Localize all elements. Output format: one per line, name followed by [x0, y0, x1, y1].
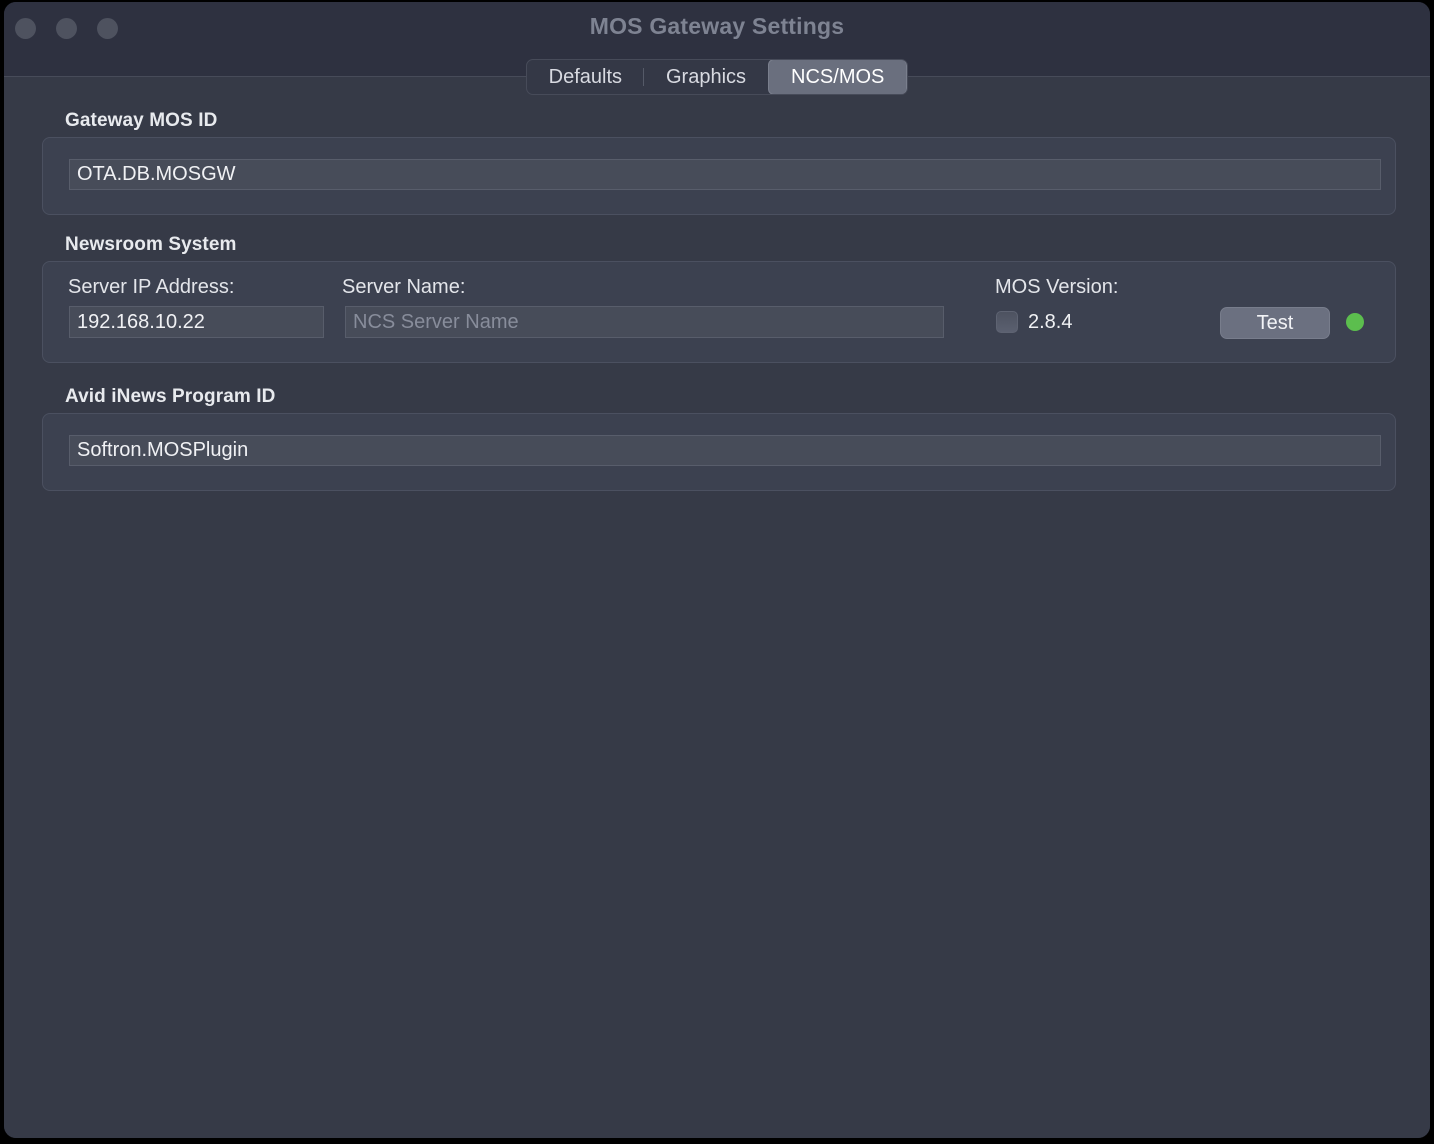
tab-bar: Defaults Graphics NCS/MOS [4, 59, 1430, 95]
avid-inews-program-id-input[interactable]: Softron.MOSPlugin [69, 435, 1381, 466]
mos-version-checkbox-label: 2.8.4 [1028, 311, 1073, 333]
server-ip-address-label: Server IP Address: [68, 276, 235, 298]
tab-defaults[interactable]: Defaults [527, 60, 645, 94]
mos-version-label: MOS Version: [995, 276, 1119, 298]
server-ip-address-input[interactable]: 192.168.10.22 [69, 306, 324, 338]
server-name-label: Server Name: [342, 276, 466, 298]
newsroom-system-label: Newsroom System [65, 234, 237, 255]
window-title: MOS Gateway Settings [589, 13, 845, 39]
server-name-input[interactable]: NCS Server Name [345, 306, 944, 338]
mos-version-checkbox[interactable] [996, 311, 1018, 333]
gateway-mos-id-label: Gateway MOS ID [65, 110, 218, 131]
gateway-mos-id-input[interactable]: OTA.DB.MOSGW [69, 159, 1381, 190]
test-button[interactable]: Test [1220, 307, 1330, 339]
avid-inews-program-id-label: Avid iNews Program ID [65, 386, 276, 407]
tab-graphics[interactable]: Graphics [644, 60, 768, 94]
settings-window: MOS Gateway Settings Defaults Graphics N… [4, 2, 1430, 1138]
settings-content-pane: Gateway MOS ID OTA.DB.MOSGW Newsroom Sys… [4, 76, 1430, 1138]
connection-status-indicator [1346, 313, 1364, 331]
tab-ncs-mos[interactable]: NCS/MOS [768, 60, 908, 94]
tab-group: Defaults Graphics NCS/MOS [525, 59, 909, 95]
